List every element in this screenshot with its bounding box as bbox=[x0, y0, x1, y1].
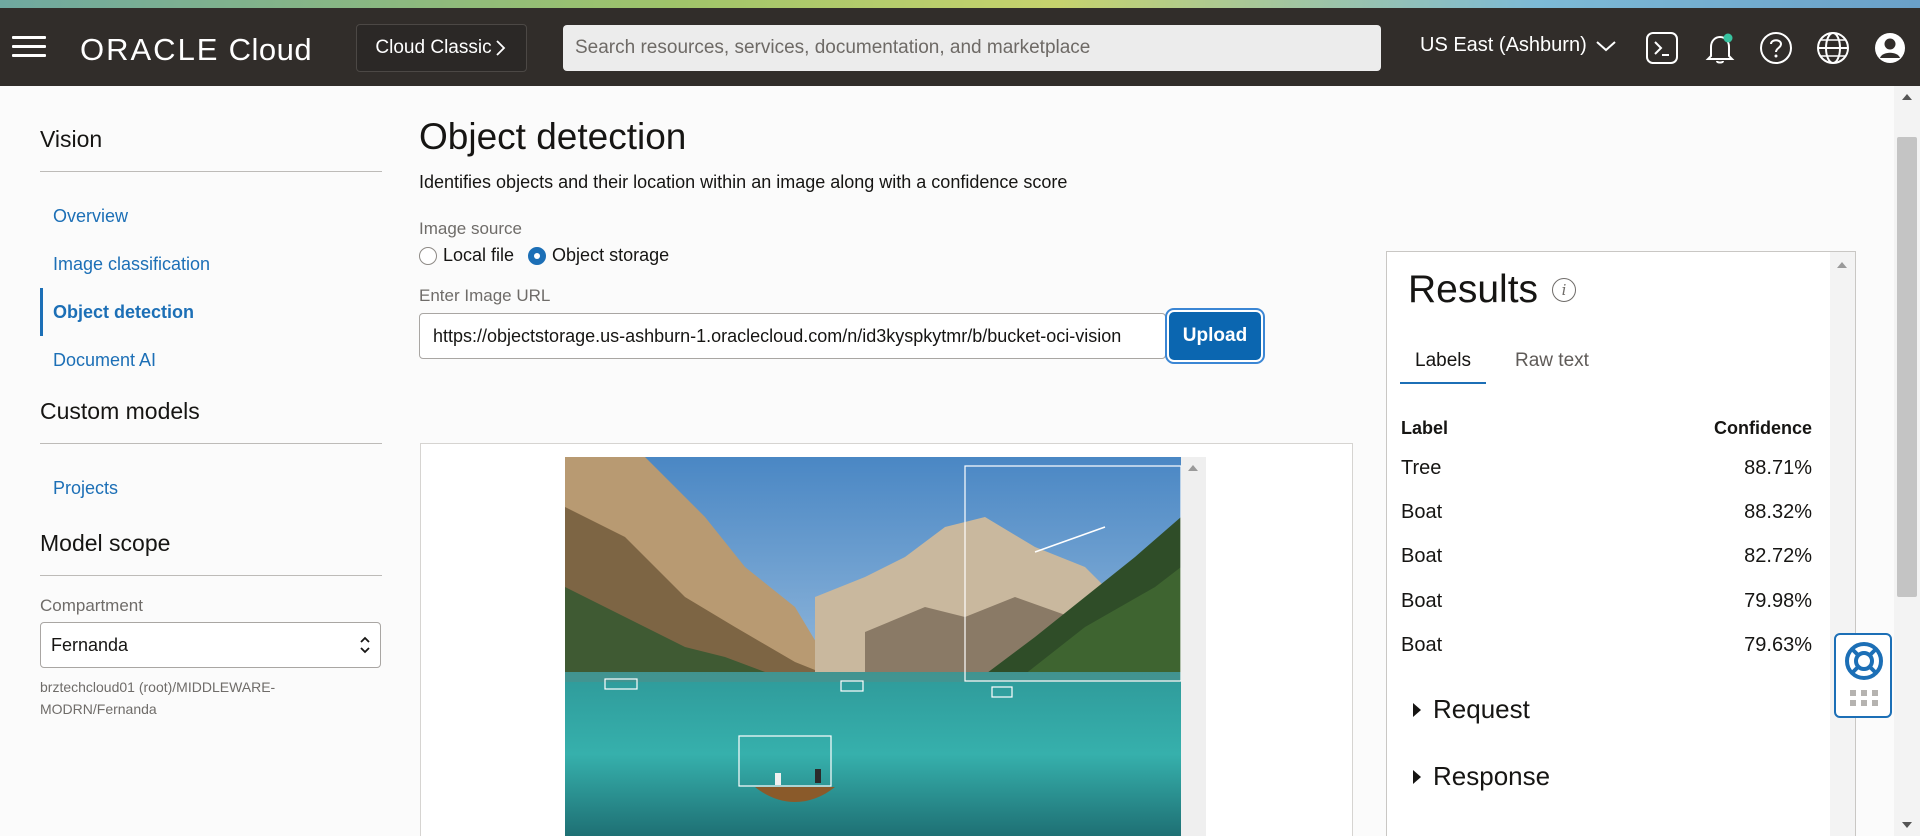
cloud-shell-icon[interactable] bbox=[1644, 30, 1680, 66]
scroll-up-icon[interactable] bbox=[1187, 463, 1199, 473]
results-content: Results i Labels Raw text Label Confiden… bbox=[1387, 252, 1830, 836]
oracle-cloud-logo[interactable]: ORACLE Cloud bbox=[80, 32, 312, 68]
results-table-header: Label Confidence bbox=[1401, 418, 1812, 439]
select-updown-icon bbox=[360, 636, 370, 654]
analyzed-image bbox=[565, 457, 1181, 836]
sidebar-section-model-scope: Model scope bbox=[40, 530, 382, 576]
lake-mountains-picture bbox=[565, 457, 1181, 836]
row-label: Boat bbox=[1401, 545, 1443, 567]
radio-object-storage-dot bbox=[528, 246, 547, 265]
image-scrollbar[interactable] bbox=[1181, 457, 1206, 836]
scroll-up-icon[interactable] bbox=[1836, 260, 1848, 270]
drag-handle-icon[interactable] bbox=[1849, 688, 1879, 708]
row-confidence: 79.63% bbox=[1744, 634, 1812, 656]
row-label: Boat bbox=[1401, 590, 1443, 612]
chevron-right-icon bbox=[495, 40, 505, 56]
sidebar-item-image-classification[interactable]: Image classification bbox=[40, 240, 382, 288]
radio-object-storage-label: Object storage bbox=[552, 245, 670, 265]
caret-right-icon bbox=[1413, 702, 1421, 717]
response-label: Response bbox=[1433, 761, 1551, 791]
radio-local-file[interactable]: Local file bbox=[419, 245, 514, 266]
page-title: Object detection bbox=[419, 116, 687, 157]
response-collapsible[interactable]: Response bbox=[1413, 761, 1550, 792]
sidebar-item-overview[interactable]: Overview bbox=[40, 192, 382, 240]
image-url-input[interactable]: https://objectstorage.us-ashburn-1.oracl… bbox=[419, 313, 1166, 359]
region-label: US East (Ashburn) bbox=[1420, 34, 1587, 56]
cloud-classic-button[interactable]: Cloud Classic bbox=[356, 24, 527, 72]
row-label: Boat bbox=[1401, 634, 1443, 656]
row-confidence: 82.72% bbox=[1744, 545, 1812, 567]
search-input[interactable]: Search resources, services, documentatio… bbox=[563, 25, 1381, 71]
sidebar-item-document-ai[interactable]: Document AI bbox=[40, 336, 382, 384]
lifebuoy-icon bbox=[1845, 642, 1883, 680]
region-selector[interactable]: US East (Ashburn) bbox=[1420, 34, 1617, 57]
compartment-value: Fernanda bbox=[51, 634, 129, 655]
upload-button[interactable]: Upload bbox=[1169, 312, 1261, 360]
caret-right-icon bbox=[1413, 769, 1421, 784]
results-heading: Results i bbox=[1408, 268, 1577, 312]
results-panel: Results i Labels Raw text Label Confiden… bbox=[1386, 251, 1856, 836]
table-row: Tree 88.71% bbox=[1401, 457, 1812, 480]
results-scrollbar[interactable] bbox=[1830, 252, 1855, 836]
table-row: Boat 88.32% bbox=[1401, 501, 1812, 524]
request-label: Request bbox=[1433, 694, 1530, 724]
sidebar-section-custom-models: Custom models bbox=[40, 398, 382, 444]
chevron-down-icon bbox=[1596, 40, 1616, 51]
radio-object-storage[interactable]: Object storage bbox=[528, 245, 669, 266]
help-icon[interactable] bbox=[1758, 30, 1794, 66]
radio-local-file-dot bbox=[419, 246, 437, 265]
row-label: Boat bbox=[1401, 501, 1443, 523]
col-label-header: Label bbox=[1401, 418, 1449, 438]
page-description: Identifies objects and their location wi… bbox=[419, 172, 1068, 192]
row-label: Tree bbox=[1401, 457, 1442, 479]
col-confidence-header: Confidence bbox=[1713, 418, 1812, 438]
image-url-label: Enter Image URL bbox=[419, 286, 551, 305]
scroll-up-icon[interactable] bbox=[1901, 92, 1913, 102]
row-confidence: 88.32% bbox=[1744, 501, 1812, 523]
sidebar-section-vision: Vision bbox=[40, 126, 382, 172]
radio-local-file-label: Local file bbox=[443, 245, 515, 265]
hamburger-icon[interactable] bbox=[12, 36, 46, 58]
globe-icon[interactable] bbox=[1815, 30, 1851, 66]
sidebar-item-object-detection[interactable]: Object detection bbox=[40, 288, 382, 336]
row-confidence: 79.98% bbox=[1744, 590, 1812, 612]
page-scrollbar-thumb[interactable] bbox=[1897, 137, 1917, 597]
cloud-classic-label: Cloud Classic bbox=[375, 37, 492, 58]
table-row: Boat 82.72% bbox=[1401, 545, 1812, 568]
user-icon[interactable] bbox=[1872, 30, 1908, 66]
table-row: Boat 79.98% bbox=[1401, 590, 1812, 613]
main-content: Object detection Identifies objects and … bbox=[419, 86, 1261, 360]
info-icon[interactable]: i bbox=[1552, 278, 1577, 302]
request-collapsible[interactable]: Request bbox=[1413, 694, 1530, 725]
bell-icon[interactable] bbox=[1702, 30, 1738, 66]
sidebar-item-projects[interactable]: Projects bbox=[40, 464, 382, 512]
image-source-label: Image source bbox=[419, 219, 522, 238]
results-tabs: Labels Raw text bbox=[1400, 342, 1604, 384]
logo-oracle-text: ORACLE bbox=[80, 32, 220, 67]
compartment-path: brztechcloud01 (root)/MIDDLEWARE-MODRN/F… bbox=[40, 679, 276, 717]
tab-labels[interactable]: Labels bbox=[1400, 342, 1486, 384]
sidebar: Vision Overview Image classification Obj… bbox=[40, 86, 382, 720]
top-color-strip bbox=[0, 0, 1920, 8]
url-row: https://objectstorage.us-ashburn-1.oracl… bbox=[419, 312, 1261, 360]
row-confidence: 88.71% bbox=[1744, 457, 1812, 479]
help-widget[interactable] bbox=[1834, 633, 1892, 718]
top-header: ORACLE Cloud Cloud Classic Search resour… bbox=[0, 8, 1920, 86]
results-title: Results bbox=[1408, 268, 1539, 311]
scroll-down-icon[interactable] bbox=[1901, 820, 1913, 830]
compartment-select[interactable]: Fernanda bbox=[40, 622, 381, 668]
tab-raw-text[interactable]: Raw text bbox=[1500, 342, 1604, 384]
compartment-label: Compartment bbox=[40, 596, 143, 615]
image-source-radio-group: Local file Object storage bbox=[419, 245, 1261, 266]
table-row: Boat 79.63% bbox=[1401, 634, 1812, 657]
logo-cloud-text: Cloud bbox=[228, 32, 313, 67]
